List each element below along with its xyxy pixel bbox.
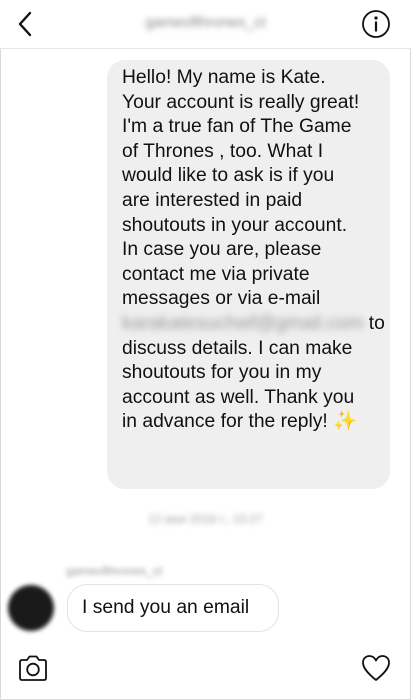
message-line: Your account is really great!	[122, 91, 360, 113]
message-line: Hello! My name is Kate.	[122, 67, 326, 88]
header-bar: gameofthrones_ct	[0, 0, 411, 49]
message-line: of Thrones , too. What I	[122, 140, 324, 162]
sender-username: gameofthrones_ct	[66, 564, 163, 578]
message-line: messages or via e-mail	[122, 288, 321, 310]
header-username[interactable]: gameofthrones_ct	[0, 14, 411, 31]
info-circle-icon	[362, 10, 390, 38]
outgoing-message-bubble[interactable]: Hello! My name is Kate. Your account is …	[107, 60, 390, 489]
message-line: account as well. Thank you	[122, 386, 355, 408]
email-address-link[interactable]: karakatesuchwf@gmail.com	[122, 313, 363, 334]
info-button[interactable]	[361, 9, 391, 39]
incoming-message-text: I send you an email	[82, 597, 250, 618]
avatar[interactable]	[8, 585, 54, 631]
message-line: In case you are, please	[122, 239, 322, 261]
message-line: contact me via private	[122, 263, 310, 285]
like-button[interactable]	[360, 653, 392, 683]
sparkles-emoji: ✨	[333, 411, 358, 433]
message-line: I'm a true fan of The Game	[122, 116, 352, 138]
email-suffix: to	[363, 312, 385, 334]
message-line: shoutouts in your account.	[122, 214, 348, 236]
message-line-email: karakatesuchwf@gmail.com to	[122, 312, 385, 337]
message-timestamp: 12 мая 2016 г., 15:27	[148, 512, 263, 526]
message-line: shoutouts for you in my	[122, 362, 322, 384]
message-line: would like to ask is if you	[122, 165, 335, 187]
message-line: are interested in paid	[122, 189, 303, 211]
message-line-last: in advance for the reply! ✨	[122, 410, 376, 435]
camera-icon	[19, 655, 47, 681]
incoming-message-bubble[interactable]: I send you an email	[67, 584, 279, 632]
heart-icon	[362, 655, 390, 681]
message-line-text: in advance for the reply!	[122, 411, 334, 433]
camera-button[interactable]	[17, 653, 49, 683]
message-line: discuss details. I can make	[122, 337, 353, 359]
